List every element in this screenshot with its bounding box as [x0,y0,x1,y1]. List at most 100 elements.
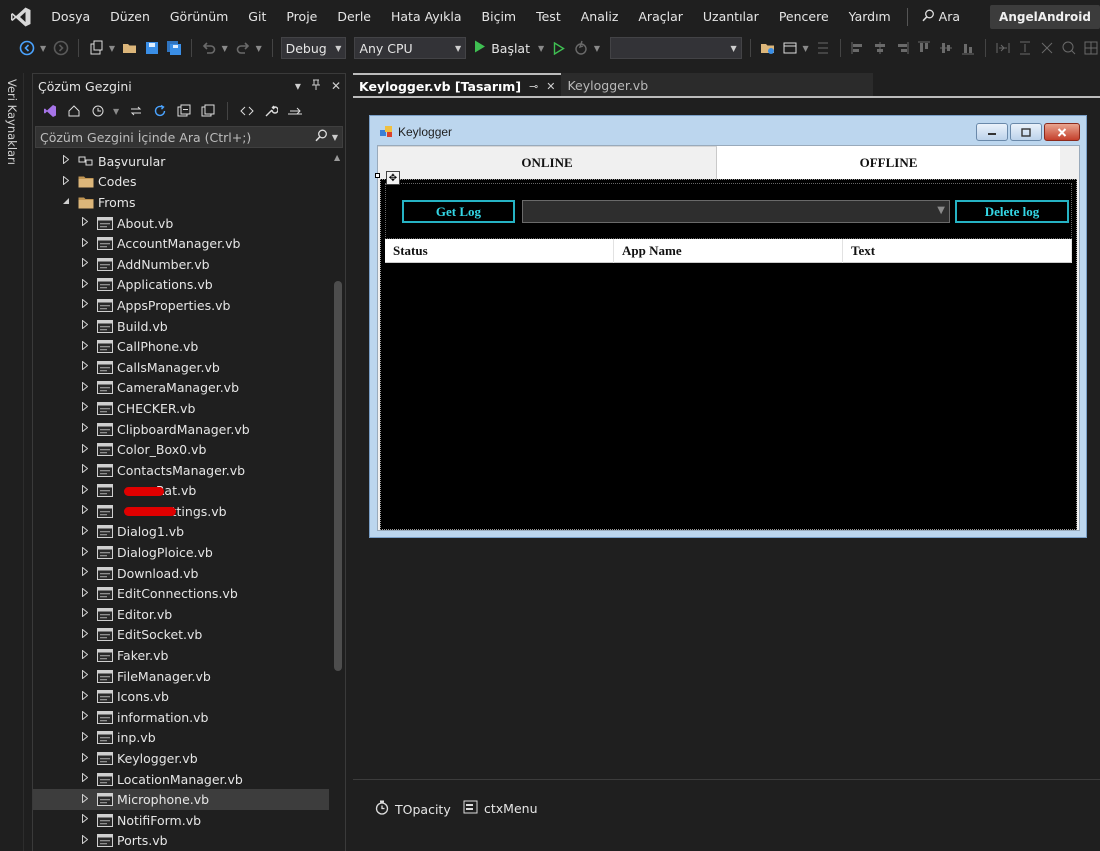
maximize-button[interactable] [1010,123,1042,141]
collapsed-arrow-icon[interactable] [81,669,89,682]
menu-item-0[interactable]: Dosya [41,0,100,33]
scroll-up-icon[interactable]: ▲ [334,153,340,162]
chevron-down-icon[interactable]: ▼ [40,44,48,53]
selection-handle[interactable] [375,173,380,178]
collapsed-arrow-icon[interactable] [81,649,89,662]
tree-item[interactable]: LocationManager.vb [33,769,329,790]
collapsed-arrow-icon[interactable] [81,422,89,435]
data-sources-tab[interactable]: Veri Kaynakları [5,79,19,165]
collapsed-arrow-icon[interactable] [81,340,89,353]
collapsed-arrow-icon[interactable] [81,463,89,476]
menu-item-8[interactable]: Test [526,0,571,33]
close-icon[interactable]: ✕ [546,80,555,93]
chevron-down-icon[interactable]: ▼ [256,44,264,53]
browse-folder-icon[interactable] [759,39,777,57]
collapsed-arrow-icon[interactable] [62,154,70,167]
pin-icon[interactable] [311,79,321,94]
tree-item[interactable]: Build.vb [33,316,329,337]
make-same-size-icon[interactable] [1038,39,1056,57]
collapsed-arrow-icon[interactable] [81,751,89,765]
collapsed-arrow-icon[interactable] [81,772,89,785]
visual-studio-logo-icon[interactable] [0,0,41,33]
menu-item-6[interactable]: Hata Ayıkla [381,0,472,33]
chevron-down-icon[interactable]: ▼ [109,44,117,53]
panel-menu-icon[interactable]: ▾ [295,79,301,93]
navigate-forward-icon[interactable] [52,39,70,57]
collapsed-arrow-icon[interactable] [81,504,89,517]
tree-item[interactable]: Applications.vb [33,275,329,296]
tree-item[interactable]: Ports.vb [33,831,329,851]
refresh-icon[interactable] [151,102,169,120]
collapsed-arrow-icon[interactable] [81,298,89,311]
pin-icon[interactable]: ⊸ [529,80,538,93]
chevron-down-icon[interactable]: ▼ [937,205,945,216]
project-name-badge[interactable]: AngelAndroid [990,4,1100,29]
undo-icon[interactable] [200,39,218,57]
keylogger-form[interactable]: Keylogger ONLINE OFFLINE Get Log ▼ Delet… [369,115,1087,538]
solution-search-box[interactable]: Çözüm Gezgini İçinde Ara (Ctrl+;) ▼ [35,126,343,148]
align-to-grid-icon[interactable] [814,39,832,57]
tree-item[interactable]: information.vb [33,707,329,728]
expanded-arrow-icon[interactable] [62,197,70,208]
move-handle-icon[interactable]: ✥ [386,171,400,185]
chevron-down-icon[interactable]: ▼ [803,44,811,53]
pending-changes-icon[interactable] [89,102,107,120]
debug-target-select[interactable]: ▼ [609,37,742,59]
configuration-select[interactable]: Debug ▼ [280,37,347,59]
menu-item-12[interactable]: Pencere [769,0,839,33]
vs-solution-icon[interactable] [41,102,59,120]
collapsed-arrow-icon[interactable] [81,731,89,744]
make-same-height-icon[interactable] [1016,39,1034,57]
preview-selected-items-icon[interactable] [286,102,304,120]
show-all-files-icon[interactable] [199,102,217,120]
tree-item[interactable]: Rat.vb [33,481,329,502]
tree-item[interactable]: AppsProperties.vb [33,295,329,316]
align-middles-icon[interactable] [937,39,955,57]
tree-item[interactable]: About.vb [33,213,329,234]
app-filter-combobox[interactable]: ▼ [522,200,950,223]
zoom-icon[interactable] [1060,39,1078,57]
close-window-button[interactable] [1044,123,1080,141]
tree-item[interactable]: Başvurular [33,151,329,172]
open-folder-icon[interactable] [121,39,139,57]
align-bottoms-icon[interactable] [959,39,977,57]
collapsed-arrow-icon[interactable] [81,813,89,826]
collapsed-arrow-icon[interactable] [81,525,89,538]
search-menu[interactable]: Ara [914,9,972,25]
collapsed-arrow-icon[interactable] [81,257,89,270]
home-icon[interactable] [65,102,83,120]
tree-item[interactable]: FileManager.vb [33,666,329,687]
minimize-button[interactable] [976,123,1008,141]
tab-offline[interactable]: OFFLINE [717,146,1060,179]
delete-log-button[interactable]: Delete log [955,200,1069,223]
tree-item[interactable]: Dialog1.vb [33,522,329,543]
grid-icon[interactable] [1082,39,1100,57]
collapsed-arrow-icon[interactable] [81,690,89,703]
menu-item-3[interactable]: Git [238,0,276,33]
collapsed-arrow-icon[interactable] [81,237,89,250]
tree-item[interactable]: AddNumber.vb [33,254,329,275]
align-tops-icon[interactable] [915,39,933,57]
collapsed-arrow-icon[interactable] [81,834,89,847]
column-header-0[interactable]: Status [385,239,614,263]
tree-item[interactable]: Faker.vb [33,645,329,666]
chevron-down-icon[interactable]: ▼ [222,44,230,53]
start-debugging-button[interactable]: Başlat [470,40,534,56]
tray-item-topacity[interactable]: TOpacity [375,800,451,818]
tree-item[interactable]: Microphone.vb [33,789,329,810]
layout-window-icon[interactable] [781,39,799,57]
chevron-down-icon[interactable]: ▼ [113,107,121,116]
start-without-debugging-icon[interactable] [550,39,568,57]
tree-item[interactable]: DialogPloice.vb [33,542,329,563]
tree-item[interactable]: Icons.vb [33,686,329,707]
tree-item[interactable]: CallsManager.vb [33,357,329,378]
save-all-icon[interactable] [165,39,183,57]
collapsed-arrow-icon[interactable] [81,484,89,497]
menu-item-9[interactable]: Analiz [571,0,629,33]
tree-item[interactable]: EditSocket.vb [33,625,329,646]
collapsed-arrow-icon[interactable] [81,381,89,394]
save-icon[interactable] [143,39,161,57]
tree-item[interactable]: Download.vb [33,563,329,584]
collapsed-arrow-icon[interactable] [81,360,89,373]
tab-keylogger-designer[interactable]: Keylogger.vb [Tasarım] ⊸ ✕ [353,73,562,97]
